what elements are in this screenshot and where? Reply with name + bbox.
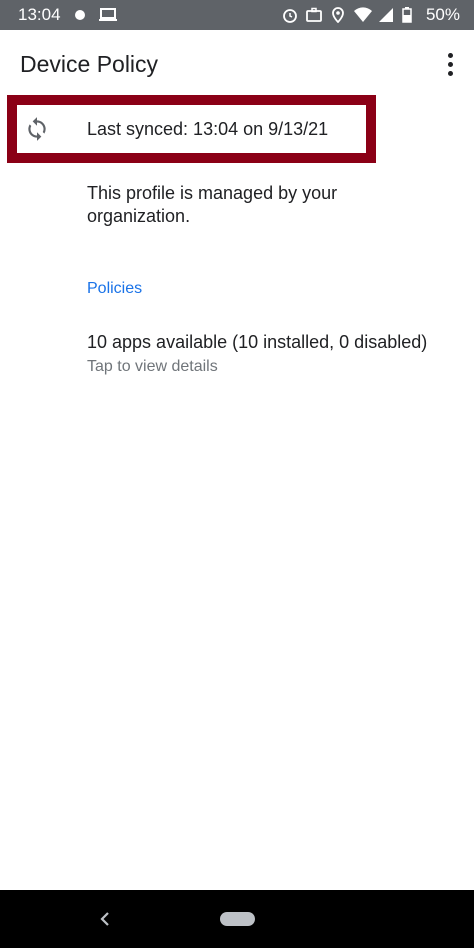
status-bar-right: 50% <box>282 5 460 25</box>
menu-dot <box>447 52 453 58</box>
navigation-bar <box>0 890 474 948</box>
work-briefcase-icon <box>306 7 322 23</box>
apps-available-item[interactable]: 10 apps available (10 installed, 0 disab… <box>87 332 474 376</box>
home-pill-icon[interactable] <box>220 912 255 926</box>
apps-available-subtitle: Tap to view details <box>87 358 218 375</box>
status-bar-left: 13:04 <box>18 5 117 25</box>
more-vert-icon[interactable] <box>440 50 460 78</box>
menu-dot <box>447 70 453 76</box>
location-icon <box>330 7 346 24</box>
apps-available-title: 10 apps available (10 installed, 0 disab… <box>87 332 428 352</box>
laptop-icon <box>98 7 117 23</box>
managed-profile-text: This profile is managed by your organiza… <box>87 183 338 226</box>
last-synced-label: Last synced: 13:04 on 9/13/21 <box>87 118 329 139</box>
page-title: Device Policy <box>20 50 159 77</box>
wifi-icon <box>353 7 372 23</box>
signal-icon <box>378 7 394 23</box>
status-time: 13:04 <box>18 5 61 24</box>
app-bar: Device Policy <box>0 30 474 98</box>
alarm-icon <box>282 7 298 23</box>
battery-percent: 50% <box>425 5 460 24</box>
status-bar: 13:04 50% <box>0 0 474 30</box>
battery-icon <box>402 7 418 23</box>
notification-dot-icon <box>74 10 85 20</box>
back-icon[interactable] <box>96 909 114 929</box>
sync-icon <box>22 114 52 144</box>
menu-dot <box>447 61 453 67</box>
policies-header: Policies <box>87 280 143 297</box>
last-synced-item[interactable]: Last synced: 13:04 on 9/13/21 <box>18 106 363 152</box>
